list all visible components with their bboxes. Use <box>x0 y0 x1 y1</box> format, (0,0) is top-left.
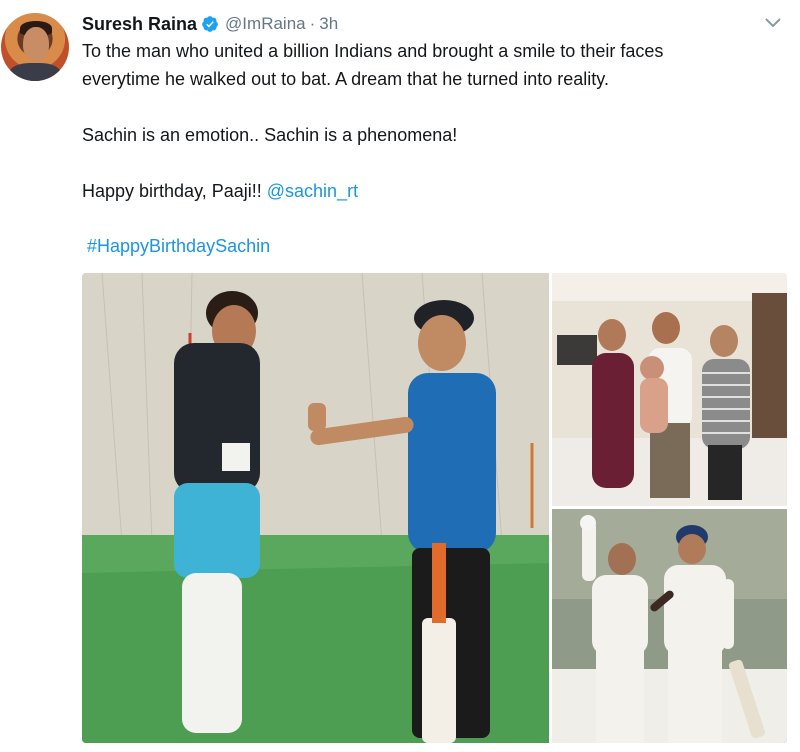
nets-photo <box>82 273 549 743</box>
author-handle[interactable]: @ImRaina <box>225 14 306 34</box>
author-name[interactable]: Suresh Raina <box>82 14 197 35</box>
tweet-text-fragment: Happy birthday, Paaji!! <box>82 181 267 201</box>
media-photo-main[interactable] <box>82 273 549 743</box>
tweet-text-line: To the man who united a billion Indians … <box>82 41 664 61</box>
tweet-timestamp[interactable]: 3h <box>319 14 338 34</box>
tweet-header: Suresh Raina @ImRaina · 3h <box>82 12 338 36</box>
mention-link[interactable]: @sachin_rt <box>267 181 358 201</box>
media-grid <box>82 273 787 743</box>
hashtag-text[interactable]: #HappyBirthdaySachin <box>87 236 270 256</box>
cricket-photo <box>552 509 787 743</box>
media-photo-family[interactable] <box>552 273 787 506</box>
hashtag-link[interactable]: #HappyBirthdaySachin <box>87 232 270 260</box>
media-photo-cricket[interactable] <box>552 509 787 743</box>
avatar[interactable] <box>1 13 69 81</box>
tweet-text-line: Sachin is an emotion.. Sachin is a pheno… <box>82 125 458 145</box>
tweet-text-line: Happy birthday, Paaji!! @sachin_rt <box>82 177 358 205</box>
tweet: Suresh Raina @ImRaina · 3h To the man wh… <box>0 0 800 752</box>
separator-dot: · <box>309 14 316 33</box>
tweet-text-line: everytime he walked out to bat. A dream … <box>82 69 609 89</box>
verified-badge-icon <box>201 15 219 33</box>
chevron-down-icon[interactable] <box>763 16 783 30</box>
family-photo <box>552 273 787 506</box>
